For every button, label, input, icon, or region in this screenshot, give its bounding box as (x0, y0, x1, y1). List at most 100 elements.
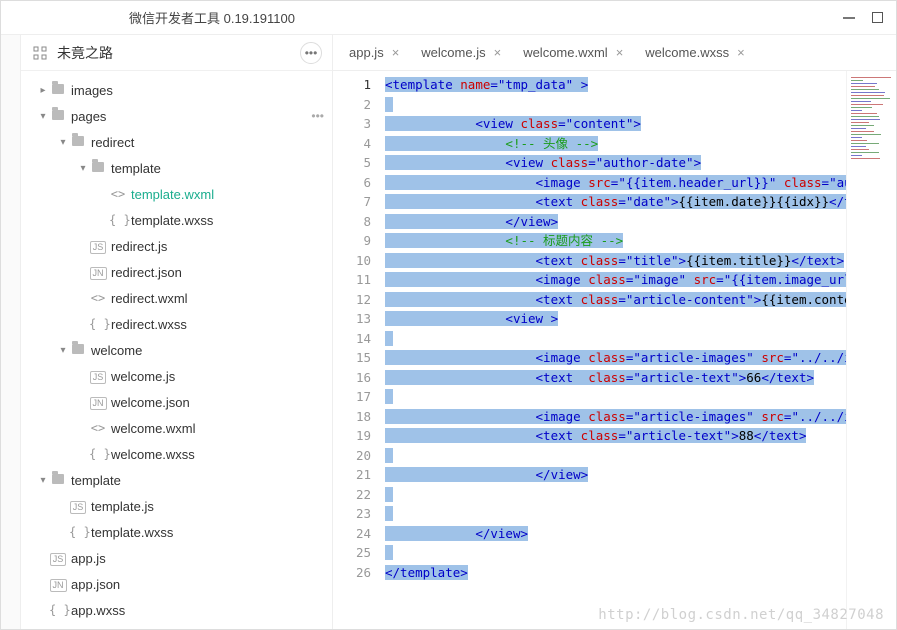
folder-icon (49, 109, 67, 123)
folder-row[interactable]: ▾ pages••• (21, 103, 332, 129)
file-icon: { } (109, 213, 127, 227)
row-label: template.wxss (131, 213, 324, 228)
folder-icon (89, 161, 107, 175)
caret-icon: ▾ (37, 111, 49, 122)
file-row[interactable]: <> template.wxml (21, 181, 332, 207)
row-label: template.wxss (91, 525, 324, 540)
activity-bar (1, 35, 21, 629)
file-icon: { } (69, 525, 87, 539)
row-more-button[interactable]: ••• (311, 109, 324, 123)
editor-tab[interactable]: welcome.wxml × (513, 35, 633, 71)
tab-label: welcome.wxml (523, 45, 608, 60)
tab-label: welcome.wxss (645, 45, 729, 60)
row-label: images (71, 83, 324, 98)
file-icon: { } (89, 447, 107, 461)
file-icon: JS (49, 551, 67, 566)
row-label: app.wxss (71, 603, 324, 618)
editor-tab[interactable]: app.js × (339, 35, 409, 71)
tab-close-button[interactable]: × (737, 45, 745, 60)
caret-icon: ▾ (37, 475, 49, 486)
file-row[interactable]: JS redirect.js (21, 233, 332, 259)
sidebar-more-button[interactable]: ••• (300, 42, 322, 64)
minimize-button[interactable] (842, 11, 856, 25)
sidebar: 未竟之路 ••• ▸images▾pages•••▾redirect▾templ… (21, 35, 333, 629)
editor-tab[interactable]: welcome.wxss × (635, 35, 754, 71)
file-row[interactable]: { } template.wxss (21, 207, 332, 233)
row-label: app.json (71, 577, 324, 592)
folder-row[interactable]: ▾ template (21, 467, 332, 493)
file-icon: JS (69, 499, 87, 514)
file-row[interactable]: JN welcome.json (21, 389, 332, 415)
file-row[interactable]: JS app.js (21, 545, 332, 571)
sidebar-header: 未竟之路 ••• (21, 35, 332, 71)
file-row[interactable]: { } welcome.wxss (21, 441, 332, 467)
row-label: app.js (71, 551, 324, 566)
tab-close-button[interactable]: × (616, 45, 624, 60)
folder-row[interactable]: ▾ redirect (21, 129, 332, 155)
file-icon: <> (89, 291, 107, 305)
row-label: redirect.js (111, 239, 324, 254)
project-title: 未竟之路 (57, 43, 300, 63)
tab-label: welcome.js (421, 45, 485, 60)
folder-row[interactable]: ▾ template (21, 155, 332, 181)
file-icon: JN (89, 395, 107, 410)
folder-icon (69, 343, 87, 357)
row-label: welcome.js (111, 369, 324, 384)
titlebar: 微信开发者工具 0.19.191100 (1, 1, 896, 35)
tree-icon (33, 46, 47, 60)
row-label: pages (71, 109, 311, 124)
file-row[interactable]: JN redirect.json (21, 259, 332, 285)
app-title: 微信开发者工具 0.19.191100 (129, 8, 295, 27)
row-label: redirect.wxss (111, 317, 324, 332)
caret-icon: ▸ (37, 85, 49, 96)
file-tree: ▸ images ▾ pages••• ▾ redirect ▾ template <> temp… (21, 71, 332, 629)
file-row[interactable]: JS template.js (21, 493, 332, 519)
row-label: welcome (91, 343, 324, 358)
folder-icon (69, 135, 87, 149)
file-row[interactable]: JN app.json (21, 571, 332, 597)
folder-row[interactable]: ▾ welcome (21, 337, 332, 363)
row-label: template.js (91, 499, 324, 514)
row-label: template (71, 473, 324, 488)
row-label: template.wxml (131, 187, 324, 202)
caret-icon: ▾ (57, 137, 69, 148)
row-label: redirect.json (111, 265, 324, 280)
file-row[interactable]: JS welcome.js (21, 363, 332, 389)
file-icon: { } (49, 603, 67, 617)
file-row[interactable]: { } app.wxss (21, 597, 332, 623)
folder-icon (49, 473, 67, 487)
row-label: welcome.wxss (111, 447, 324, 462)
file-icon: JN (89, 265, 107, 280)
maximize-button[interactable] (870, 11, 884, 25)
tab-close-button[interactable]: × (392, 45, 400, 60)
file-icon: <> (89, 421, 107, 435)
editor-tab[interactable]: welcome.js × (411, 35, 511, 71)
minimap[interactable] (846, 71, 896, 629)
code-area: 1234567891011121314151617181920212223242… (333, 71, 896, 629)
file-icon: JN (49, 577, 67, 592)
row-label: welcome.wxml (111, 421, 324, 436)
folder-row[interactable]: ▸ images (21, 77, 332, 103)
caret-icon: ▾ (77, 163, 89, 174)
caret-icon: ▾ (57, 345, 69, 356)
window-controls (842, 11, 884, 25)
file-row[interactable]: { } redirect.wxss (21, 311, 332, 337)
file-icon: JS (89, 369, 107, 384)
file-row[interactable]: <> welcome.wxml (21, 415, 332, 441)
file-icon: <> (109, 187, 127, 201)
row-label: template (111, 161, 324, 176)
row-label: welcome.json (111, 395, 324, 410)
folder-icon (49, 83, 67, 97)
file-row[interactable]: <> redirect.wxml (21, 285, 332, 311)
file-icon: JS (89, 239, 107, 254)
line-gutter: 1234567891011121314151617181920212223242… (333, 71, 381, 629)
row-label: redirect.wxml (111, 291, 324, 306)
file-icon: { } (89, 317, 107, 331)
editor-tabs: app.js×welcome.js×welcome.wxml×welcome.w… (333, 35, 896, 71)
code-content[interactable]: <template name="tmp_data" > <view class=… (381, 71, 846, 629)
file-row[interactable]: { } template.wxss (21, 519, 332, 545)
row-label: redirect (91, 135, 324, 150)
tab-close-button[interactable]: × (494, 45, 502, 60)
tab-label: app.js (349, 45, 384, 60)
editor: app.js×welcome.js×welcome.wxml×welcome.w… (333, 35, 896, 629)
